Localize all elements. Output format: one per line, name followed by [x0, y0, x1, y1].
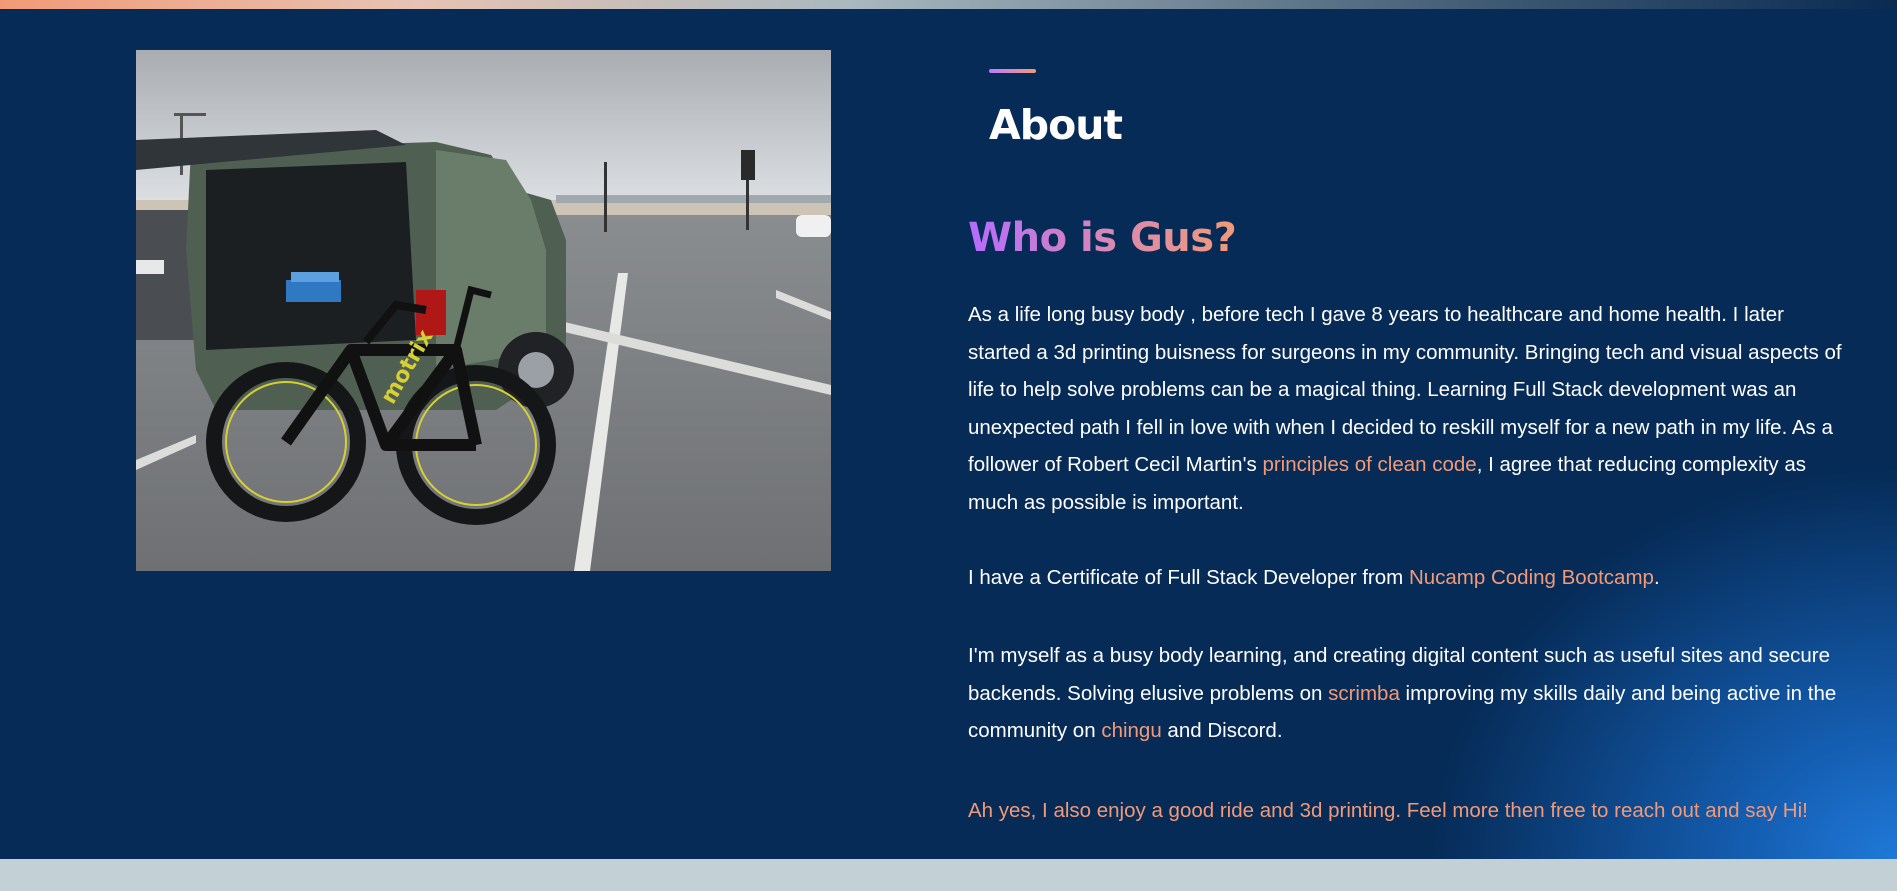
bio-text: . [1653, 566, 1660, 589]
scrimba-link[interactable]: scrimba [1328, 682, 1400, 705]
clean-code-link[interactable]: principles of clean code [1262, 453, 1476, 476]
bio-paragraph-2: I have a Certificate of Full Stack Devel… [968, 559, 1848, 597]
about-section: motrix About Who is Gus? As a life long … [0, 9, 1897, 859]
bio-text: As a life long busy body , before tech I… [968, 303, 1842, 476]
bio-paragraph-3: I'm myself as a busy body learning, and … [968, 637, 1848, 750]
bio-paragraph-1: As a life long busy body , before tech I… [968, 296, 1848, 521]
bio-text: and Discord. [1161, 719, 1283, 742]
profile-photo: motrix [136, 50, 831, 571]
top-gradient-bar [0, 0, 1897, 9]
about-heading: About [989, 101, 1123, 149]
bio-text: I have a Certificate of Full Stack Devel… [968, 566, 1409, 589]
who-is-gus-heading: Who is Gus? [968, 215, 1237, 261]
chingu-link[interactable]: chingu [1101, 719, 1161, 742]
nucamp-link[interactable]: Nucamp Coding Bootcamp [1409, 566, 1654, 589]
about-accent-line [989, 69, 1036, 73]
bio-closing-line: Ah yes, I also enjoy a good ride and 3d … [968, 799, 1808, 822]
